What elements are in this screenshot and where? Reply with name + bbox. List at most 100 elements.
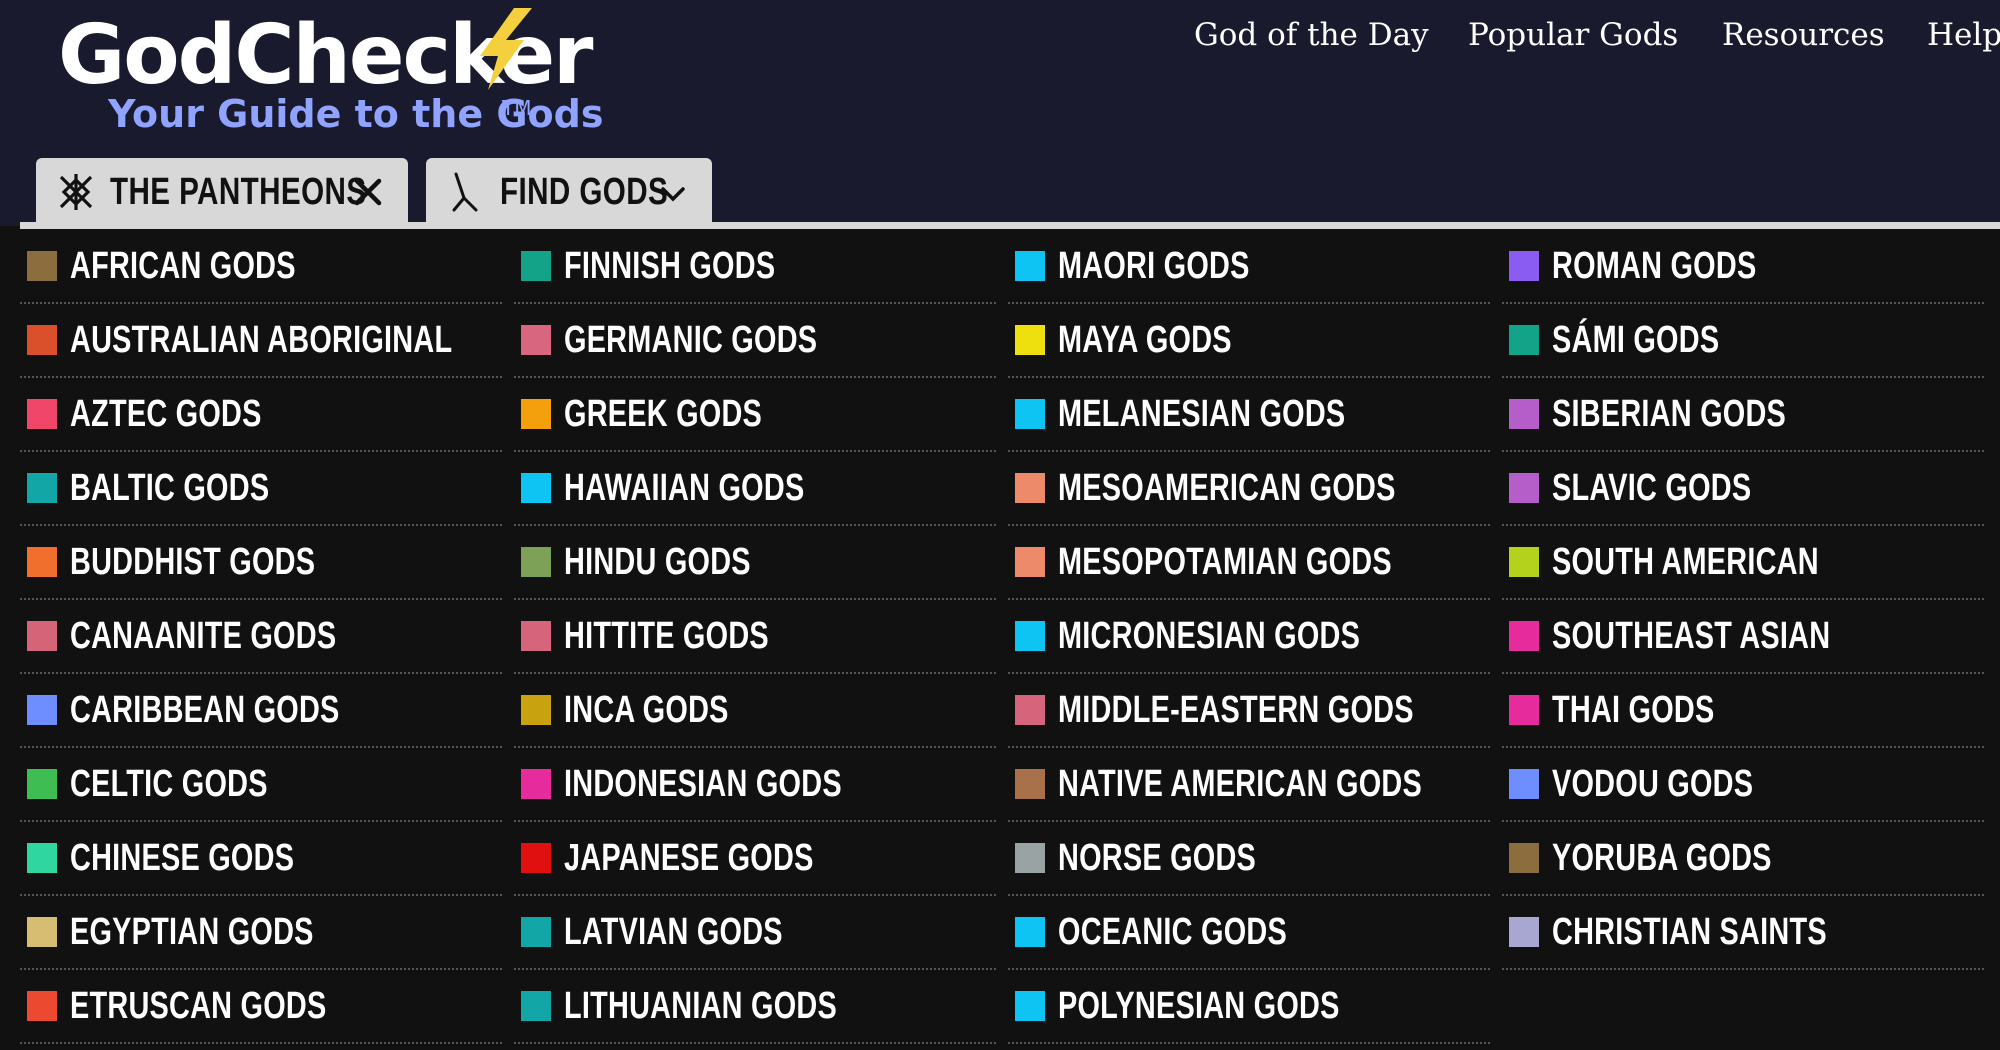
pantheon-item[interactable]: YORUBA GODS (1502, 822, 1984, 896)
pantheon-color-swatch (1509, 843, 1539, 873)
pantheon-item[interactable]: THAI GODS (1502, 674, 1984, 748)
pantheon-color-swatch (521, 843, 551, 873)
pantheon-item[interactable]: NORSE GODS (1008, 822, 1490, 896)
pantheon-item-label: LITHUANIAN GODS (564, 984, 837, 1027)
pantheon-item[interactable]: NATIVE AMERICAN GODS (1008, 748, 1490, 822)
pantheon-item[interactable]: LITHUANIAN GODS (514, 970, 996, 1044)
pantheon-item-label: MELANESIAN GODS (1058, 392, 1346, 435)
pantheon-item[interactable]: MESOAMERICAN GODS (1008, 452, 1490, 526)
pantheon-item-label: MICRONESIAN GODS (1058, 614, 1361, 657)
pantheon-item[interactable]: CHINESE GODS (20, 822, 502, 896)
pantheon-item[interactable]: OCEANIC GODS (1008, 896, 1490, 970)
pantheon-knot-icon (59, 174, 93, 210)
pantheon-item[interactable]: AUSTRALIAN ABORIGINAL (20, 304, 502, 378)
close-icon[interactable] (352, 176, 384, 208)
pantheon-color-swatch (1509, 547, 1539, 577)
pantheon-item[interactable]: ROMAN GODS (1502, 230, 1984, 304)
pantheon-color-swatch (521, 695, 551, 725)
nav-resources[interactable]: Resources (1722, 12, 1885, 58)
chevron-down-icon[interactable] (660, 185, 686, 203)
pantheon-item[interactable]: SOUTHEAST ASIAN (1502, 600, 1984, 674)
pantheon-item-label: YORUBA GODS (1552, 836, 1772, 879)
pantheon-item[interactable]: INDONESIAN GODS (514, 748, 996, 822)
pantheon-item[interactable]: HITTITE GODS (514, 600, 996, 674)
pantheon-item-label: EGYPTIAN GODS (70, 910, 314, 953)
pantheon-item[interactable]: CELTIC GODS (20, 748, 502, 822)
pantheon-item-label: HAWAIIAN GODS (564, 466, 805, 509)
pantheon-item[interactable]: ETRUSCAN GODS (20, 970, 502, 1044)
pantheon-item[interactable]: MAYA GODS (1008, 304, 1490, 378)
pantheon-item-label: VODOU GODS (1552, 762, 1754, 805)
pantheon-color-swatch (1509, 325, 1539, 355)
pantheon-item-label: MAORI GODS (1058, 244, 1250, 287)
pantheon-item-label: NATIVE AMERICAN GODS (1058, 762, 1422, 805)
pantheon-item[interactable]: SLAVIC GODS (1502, 452, 1984, 526)
pantheon-item-label: BUDDHIST GODS (70, 540, 316, 583)
pantheon-item[interactable]: HAWAIIAN GODS (514, 452, 996, 526)
pantheon-color-swatch (27, 991, 57, 1021)
pantheon-item[interactable]: BUDDHIST GODS (20, 526, 502, 600)
pantheon-item[interactable]: MICRONESIAN GODS (1008, 600, 1490, 674)
pantheon-item[interactable]: POLYNESIAN GODS (1008, 970, 1490, 1044)
pantheon-color-swatch (1015, 991, 1045, 1021)
pantheon-item-label: NORSE GODS (1058, 836, 1257, 879)
pantheon-color-swatch (1015, 843, 1045, 873)
pantheon-item[interactable]: GREEK GODS (514, 378, 996, 452)
pantheon-color-swatch (521, 251, 551, 281)
pantheon-item-label: THAI GODS (1552, 688, 1715, 731)
pantheon-item-label: MESOAMERICAN GODS (1058, 466, 1396, 509)
pantheon-item[interactable]: AFRICAN GODS (20, 230, 502, 304)
pantheon-item[interactable]: EGYPTIAN GODS (20, 896, 502, 970)
pantheon-color-swatch (1015, 547, 1045, 577)
tab-the-pantheons-label: THE PANTHEONS (110, 170, 367, 213)
tab-the-pantheons[interactable]: THE PANTHEONS (36, 158, 408, 226)
pantheon-color-swatch (1509, 695, 1539, 725)
pantheon-item[interactable]: MELANESIAN GODS (1008, 378, 1490, 452)
pantheon-color-swatch (27, 769, 57, 799)
pantheon-color-swatch (27, 843, 57, 873)
pantheon-item[interactable]: CANAANITE GODS (20, 600, 502, 674)
pantheon-color-swatch (1015, 325, 1045, 355)
pantheon-item[interactable]: LATVIAN GODS (514, 896, 996, 970)
pantheon-color-swatch (1015, 473, 1045, 503)
pantheon-item-label: JAPANESE GODS (564, 836, 814, 879)
pantheon-item-label: MIDDLE-EASTERN GODS (1058, 688, 1414, 731)
pantheon-item[interactable]: SÁMI GODS (1502, 304, 1984, 378)
nav-popular-gods[interactable]: Popular Gods (1468, 12, 1678, 58)
pantheon-item[interactable]: SOUTH AMERICAN (1502, 526, 1984, 600)
pantheon-item[interactable]: VODOU GODS (1502, 748, 1984, 822)
pantheon-color-swatch (1509, 917, 1539, 947)
pantheon-item-label: INCA GODS (564, 688, 729, 731)
pantheon-color-swatch (1015, 399, 1045, 429)
pantheon-item-label: CANAANITE GODS (70, 614, 337, 657)
pantheon-item[interactable]: CHRISTIAN SAINTS (1502, 896, 1984, 970)
pantheon-color-swatch (27, 917, 57, 947)
pantheon-item[interactable]: HINDU GODS (514, 526, 996, 600)
tab-find-gods[interactable]: FIND GODS (426, 158, 712, 226)
pantheon-color-swatch (521, 991, 551, 1021)
pantheon-color-swatch (27, 695, 57, 725)
trademark-mark: TM (502, 96, 532, 120)
tab-find-gods-label: FIND GODS (500, 170, 669, 213)
pantheon-color-swatch (1015, 769, 1045, 799)
pantheon-item[interactable]: MIDDLE-EASTERN GODS (1008, 674, 1490, 748)
pantheon-item[interactable]: GERMANIC GODS (514, 304, 996, 378)
pantheon-item-label: HINDU GODS (564, 540, 751, 583)
pantheon-item[interactable]: INCA GODS (514, 674, 996, 748)
tab-underline-bar (20, 222, 2000, 229)
nav-help[interactable]: Help (1927, 12, 2000, 58)
pantheon-item[interactable]: SIBERIAN GODS (1502, 378, 1984, 452)
pantheon-item[interactable]: JAPANESE GODS (514, 822, 996, 896)
pantheon-item[interactable]: CARIBBEAN GODS (20, 674, 502, 748)
nav-god-of-the-day[interactable]: God of the Day (1194, 12, 1429, 58)
pantheon-item[interactable]: FINNISH GODS (514, 230, 996, 304)
pantheon-color-swatch (1015, 621, 1045, 651)
pantheon-item[interactable]: MESOPOTAMIAN GODS (1008, 526, 1490, 600)
pantheon-color-swatch (27, 547, 57, 577)
pantheon-item-label: FINNISH GODS (564, 244, 776, 287)
pantheon-item[interactable]: BALTIC GODS (20, 452, 502, 526)
site-header: GodChecker Your Guide to the Gods TM God… (0, 0, 2000, 226)
pantheon-item-label: AUSTRALIAN ABORIGINAL (70, 318, 453, 361)
pantheon-item[interactable]: AZTEC GODS (20, 378, 502, 452)
pantheon-item[interactable]: MAORI GODS (1008, 230, 1490, 304)
